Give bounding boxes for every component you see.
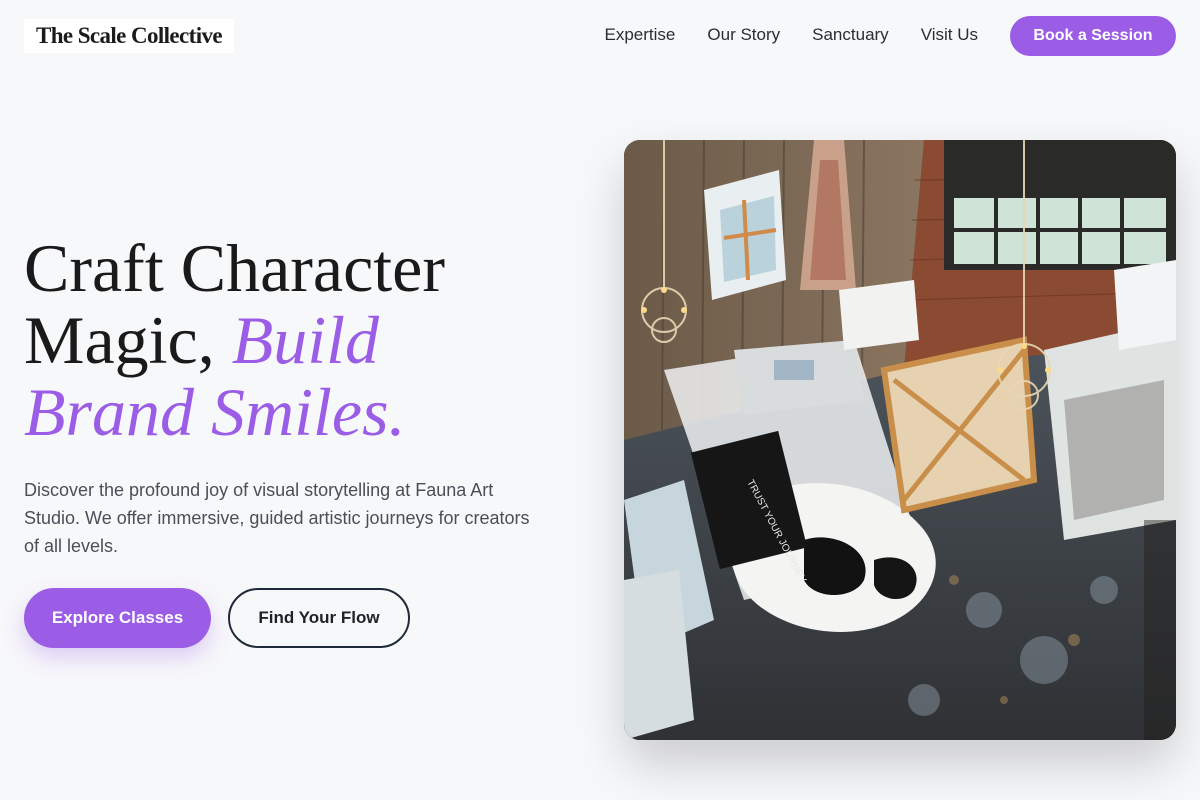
book-session-button[interactable]: Book a Session	[1010, 16, 1176, 56]
explore-classes-button[interactable]: Explore Classes	[24, 588, 211, 648]
nav-link-visit-us[interactable]: Visit Us	[921, 24, 978, 46]
site-logo[interactable]: The Scale Collective	[24, 19, 235, 53]
nav-link-our-story[interactable]: Our Story	[707, 24, 780, 46]
hero-cta-group: Explore Classes Find Your Flow	[24, 588, 410, 648]
hero-section: Craft Character Magic, Build Brand Smile…	[24, 232, 564, 560]
main-nav: Expertise Our Story Sanctuary Visit Us	[605, 24, 978, 46]
headline-period: .	[388, 374, 406, 450]
nav-link-sanctuary[interactable]: Sanctuary	[812, 24, 889, 46]
hero-description: Discover the profound joy of visual stor…	[24, 480, 530, 556]
site-header: The Scale Collective Expertise Our Story…	[0, 0, 1200, 72]
hero-headline: Craft Character Magic, Build Brand Smile…	[24, 232, 564, 448]
hero-image: TRUST YOUR JOURNEY	[624, 140, 1176, 740]
find-your-flow-button[interactable]: Find Your Flow	[228, 588, 410, 648]
nav-link-expertise[interactable]: Expertise	[605, 24, 676, 46]
